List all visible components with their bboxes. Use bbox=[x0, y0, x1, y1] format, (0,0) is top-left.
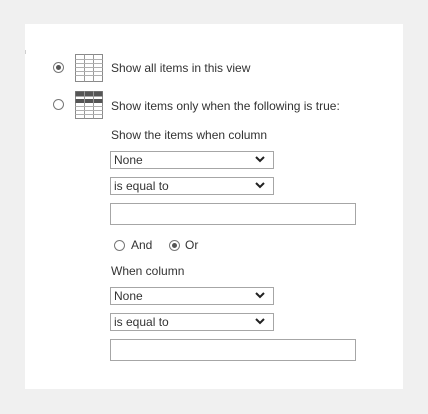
show-filtered-radio[interactable] bbox=[53, 99, 64, 110]
chevron-down-icon bbox=[255, 182, 265, 189]
and-radio[interactable] bbox=[114, 240, 125, 251]
chevron-down-icon bbox=[255, 156, 265, 163]
filter-panel: Show all items in this view Show items o… bbox=[25, 24, 403, 389]
chevron-down-icon bbox=[255, 292, 265, 299]
show-filtered-label: Show items only when the following is tr… bbox=[111, 99, 340, 113]
and-label: And bbox=[131, 238, 153, 252]
show-all-radio[interactable] bbox=[53, 62, 64, 73]
condition2-value-input[interactable] bbox=[110, 339, 356, 361]
condition1-value-input[interactable] bbox=[110, 203, 356, 225]
table-filter-icon bbox=[75, 91, 103, 119]
condition2-column-select[interactable]: None bbox=[110, 287, 274, 305]
or-radio[interactable] bbox=[169, 240, 180, 251]
condition1-operator-select[interactable]: is equal to bbox=[110, 177, 274, 195]
panel-edge-mark bbox=[25, 50, 26, 54]
table-grid-icon bbox=[75, 54, 103, 82]
condition1-column-select[interactable]: None bbox=[110, 151, 274, 169]
show-all-label: Show all items in this view bbox=[111, 61, 251, 75]
or-label: Or bbox=[185, 238, 199, 252]
chevron-down-icon bbox=[255, 318, 265, 325]
condition2-heading: When column bbox=[111, 264, 185, 278]
condition2-operator-select[interactable]: is equal to bbox=[110, 313, 274, 331]
condition1-operator-value: is equal to bbox=[114, 179, 169, 193]
condition1-heading: Show the items when column bbox=[111, 128, 268, 142]
condition1-column-value: None bbox=[114, 153, 143, 167]
condition2-operator-value: is equal to bbox=[114, 315, 169, 329]
condition2-column-value: None bbox=[114, 289, 143, 303]
